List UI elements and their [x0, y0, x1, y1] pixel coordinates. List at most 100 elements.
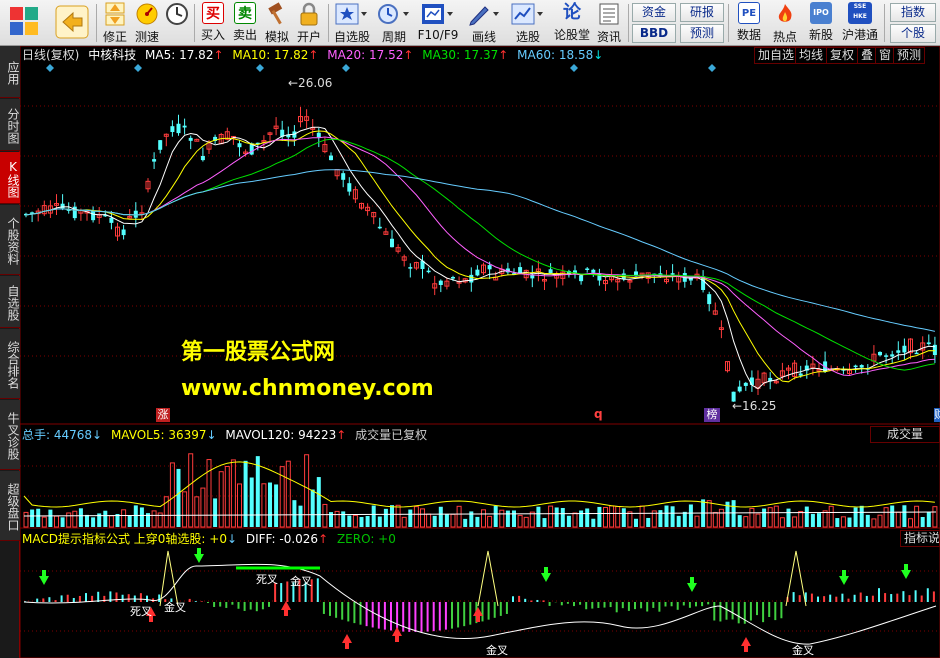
volume-bar [877, 514, 883, 528]
volume-bar [499, 509, 505, 528]
volume-bar [579, 510, 584, 527]
sidebar-tab-order-book[interactable]: 超级盘口 [0, 471, 20, 541]
forecast-button[interactable]: 预测 [680, 24, 724, 43]
period-label: 周期 [381, 30, 406, 44]
volume-bar [585, 508, 590, 527]
forum-button[interactable]: 论 论股堂 [552, 2, 592, 44]
research-button[interactable]: 研报 [680, 3, 724, 22]
stock-picker-button[interactable]: 选股 [508, 2, 548, 44]
sell-label: 卖出 [232, 28, 257, 42]
back-button[interactable] [52, 2, 92, 44]
candle-body [548, 269, 553, 274]
sidebar-tab-timeshare[interactable]: 分时图 [0, 99, 20, 151]
forecast-panel-button[interactable]: 预测 [893, 47, 926, 64]
candle-body [798, 373, 803, 376]
f10-button[interactable]: F10/F9 [416, 2, 460, 44]
volume-indicator-button[interactable]: 成交量 [870, 426, 940, 443]
candle-body [188, 137, 193, 141]
volume-bar [926, 511, 931, 527]
mavol5-line [23, 461, 935, 508]
rank-marker[interactable]: 榜 [704, 408, 720, 422]
volume-bar [249, 477, 254, 527]
volume-bar [341, 511, 346, 527]
clock-button[interactable] [164, 2, 190, 44]
window-button[interactable]: 窗 [875, 47, 896, 64]
sell-button[interactable]: 卖 卖出 [230, 2, 260, 44]
volume-bar [895, 511, 901, 528]
sell-icon: 卖 [234, 2, 256, 24]
volume-bar [664, 505, 669, 527]
chart-canvas[interactable] [20, 46, 940, 658]
volume-bar [542, 518, 547, 527]
volume-bar [91, 517, 96, 527]
volume-bar [560, 507, 565, 527]
volume-bar [712, 511, 718, 528]
index-button[interactable]: 指数 [890, 3, 936, 22]
sidebar-tab-diagnosis[interactable]: 牛叉诊股 [0, 400, 20, 470]
sell-signal-arrow [741, 637, 751, 652]
revise-button[interactable]: 修正 [100, 2, 130, 44]
draw-line-button[interactable]: 画线 [464, 2, 504, 44]
q-marker[interactable]: q [594, 407, 603, 421]
sidebar-tab-ranking[interactable]: 综合排名 [0, 329, 20, 399]
volume-bar [566, 515, 571, 527]
ma60-label: MA60: 18.58↓ [517, 48, 604, 62]
volume-bar [66, 512, 72, 528]
limit-up-marker[interactable]: 涨 [156, 408, 170, 422]
volume-bar [920, 516, 925, 527]
news-button[interactable]: 资讯 [594, 2, 624, 44]
volume-bar [261, 483, 267, 528]
bbd-button[interactable]: BBD [632, 24, 676, 43]
volume-bar [529, 511, 535, 528]
buy-signal-arrow [839, 570, 849, 585]
ma-button[interactable]: 均线 [795, 47, 828, 64]
simulate-button[interactable]: 模拟 [262, 2, 292, 44]
volume-bar [670, 506, 675, 527]
watchlist-label: 自选股 [333, 30, 370, 44]
hammer-icon [265, 2, 289, 26]
volume-bar [298, 505, 303, 527]
sse-hk-button[interactable]: SSE HKE 沪港通 [840, 2, 880, 44]
buy-button[interactable]: 买 买入 [198, 2, 228, 44]
volume-bar [810, 513, 815, 527]
funds-button[interactable]: 资金 [632, 3, 676, 22]
overlay-button[interactable]: 叠 [857, 47, 878, 64]
volume-bar [755, 513, 761, 528]
candle-body [341, 173, 346, 180]
sidebar-tab-apps[interactable]: 应用 [0, 46, 20, 98]
volume-bar [597, 506, 602, 527]
sidebar-tab-stock-profile[interactable]: 个股资料 [0, 205, 20, 275]
add-watchlist-button[interactable]: 加自选 [754, 47, 799, 64]
volume-bar [676, 515, 681, 527]
candle-body [487, 265, 492, 270]
volume-bar [420, 508, 425, 528]
sidebar-tab-kline[interactable]: K线图 [0, 152, 20, 204]
stock-button[interactable]: 个股 [890, 24, 936, 43]
volume-bar [646, 517, 651, 527]
period-button[interactable]: 周期 [374, 2, 414, 44]
volume-bar [865, 514, 870, 527]
data-button[interactable]: PE 数据 [732, 2, 766, 44]
volume-bar [908, 518, 913, 528]
volume-bar [743, 516, 749, 528]
adjust-button[interactable]: 复权 [826, 47, 859, 64]
volume-bar [72, 510, 78, 528]
ipo-icon: IPO [810, 2, 832, 24]
finance-marker[interactable]: 财 [934, 408, 940, 422]
candle-body [475, 269, 480, 276]
hot-button[interactable]: 热点 [768, 2, 802, 44]
data-label: 数据 [736, 28, 761, 42]
watchlist-button[interactable]: 自选股 [332, 2, 372, 44]
sidebar-tab-watchlist[interactable]: 自选股 [0, 276, 20, 328]
volume-bar [481, 509, 486, 528]
volume-bar [310, 489, 315, 527]
ipo-button[interactable]: IPO 新股 [804, 2, 838, 44]
indicator-info-button[interactable]: 指标说 [900, 530, 940, 547]
ma20-label: MA20: 17.52↑ [327, 48, 414, 62]
candle-body [390, 238, 394, 248]
speed-test-button[interactable]: 测速 [132, 2, 162, 44]
toolbar-grid-button[interactable] [4, 2, 44, 44]
candle-body [878, 351, 882, 356]
volume-bar [176, 468, 181, 527]
open-account-button[interactable]: 开户 [294, 2, 324, 44]
